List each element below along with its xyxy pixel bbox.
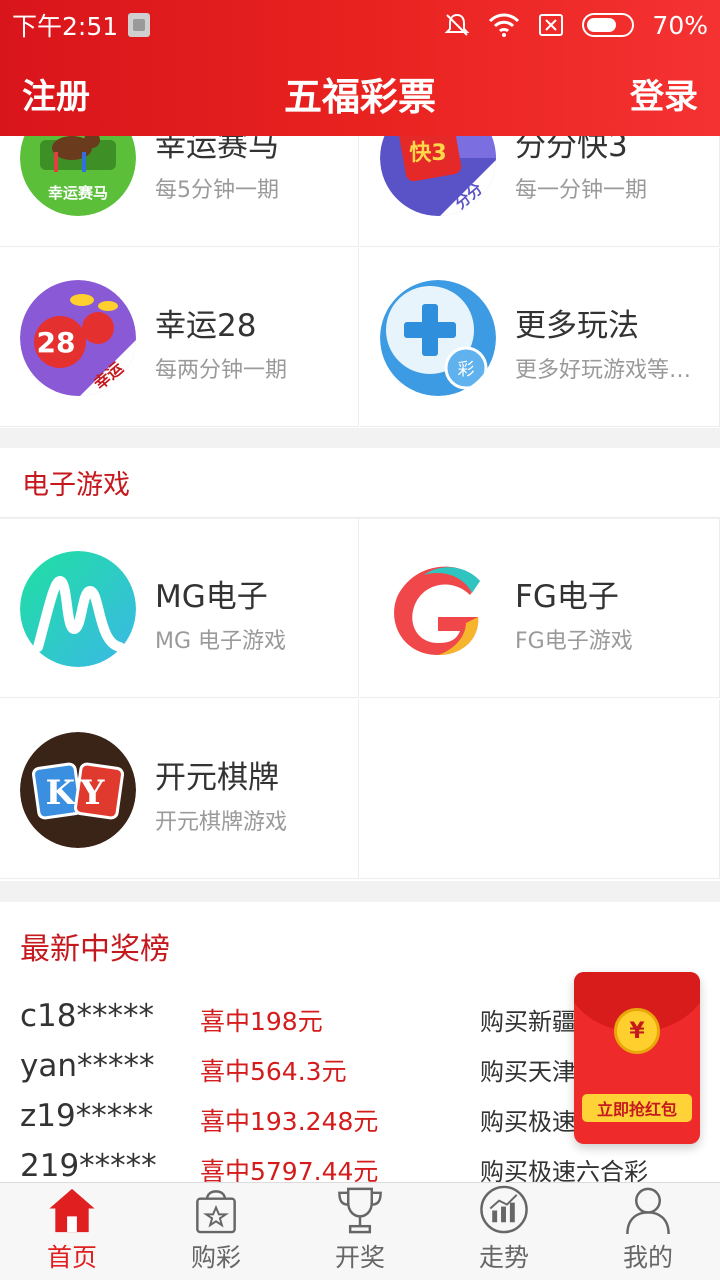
yen-coin-icon: ¥ [614, 1008, 660, 1054]
nav-label: 开奖 [334, 1243, 385, 1272]
winner-prize: 喜中5797.44元 [200, 1157, 379, 1182]
egame-cell-ky[interactable]: KY 开元棋牌 开元棋牌游戏 [0, 700, 359, 879]
game-name: MG电子 [155, 579, 268, 615]
red-packet-label: 立即抢红包 [582, 1094, 692, 1122]
game-desc: FG电子游戏 [515, 629, 633, 654]
winner-prize: 喜中198元 [200, 1007, 323, 1036]
nav-draw[interactable]: 开奖 [288, 1183, 432, 1280]
trend-chart-icon [480, 1185, 528, 1234]
register-button[interactable]: 注册 [22, 69, 90, 118]
nav-mine[interactable]: 我的 [576, 1183, 720, 1280]
game-desc: 每5分钟一期 [155, 178, 279, 203]
user-icon [626, 1187, 670, 1235]
bottom-nav: 首页 购彩 开奖 走势 我的 [0, 1182, 720, 1280]
status-icons: 70% [444, 11, 708, 40]
ky-icon-label: KY [46, 773, 111, 813]
game-desc: MG 电子游戏 [155, 629, 287, 654]
top-bar: 下午2:51 70% 注册 五福彩票 登录 [0, 0, 720, 136]
winner-game: 购买极速六合彩 [480, 1158, 648, 1182]
mg-icon [20, 551, 136, 667]
winner-user: 219***** [20, 1148, 157, 1182]
no-sim-icon [539, 14, 564, 36]
nav-buy[interactable]: 购彩 [144, 1183, 288, 1280]
game-desc: 每两分钟一期 [155, 358, 288, 383]
lucky28-icon: 28 幸运 [20, 280, 136, 396]
battery-percent: 70% [652, 10, 708, 40]
game-cell-more[interactable]: 彩 更多玩法 更多好玩游戏等你来 [360, 248, 720, 427]
game-desc: 更多好玩游戏等你来 [515, 358, 705, 383]
fg-icon [380, 551, 496, 667]
app-header: 注册 五福彩票 登录 [0, 50, 720, 136]
mute-bell-icon [445, 13, 470, 36]
nav-trend[interactable]: 走势 [432, 1183, 576, 1280]
app-title: 五福彩票 [283, 74, 436, 119]
game-name: 幸运28 [155, 308, 257, 344]
nav-label: 走势 [478, 1243, 529, 1272]
horse-race-icon-label: 幸运赛马 [48, 184, 108, 202]
battery-fill [587, 18, 617, 32]
status-time: 下午2:51 [12, 12, 119, 41]
winner-prize: 喜中193.248元 [200, 1107, 379, 1136]
egame-section-title: 电子游戏 [0, 448, 720, 518]
sim-card-icon [128, 13, 151, 37]
lucky28-number: 28 [37, 326, 76, 359]
ky-icon: KY [20, 732, 136, 848]
egame-grid: MG电子 MG 电子游戏 FG电子 FG电子游戏 KY 开元棋牌 开元棋牌游戏 [0, 519, 720, 881]
winner-user: z19***** [20, 1098, 154, 1134]
login-button[interactable]: 登录 [630, 69, 698, 118]
plus-icon: 彩 [380, 280, 496, 396]
nav-label: 购彩 [190, 1243, 241, 1272]
game-cell-lucky28[interactable]: 28 幸运 幸运28 每两分钟一期 [0, 248, 359, 427]
game-name: 开元棋牌 [155, 760, 279, 796]
game-desc: 每一分钟一期 [515, 178, 648, 203]
trophy-icon [338, 1187, 382, 1234]
red-packet-button[interactable]: ¥ 立即抢红包 [574, 972, 700, 1144]
winners-title: 最新中奖榜 [20, 932, 170, 967]
winner-prize: 喜中564.3元 [200, 1057, 347, 1086]
shopping-bag-icon [196, 1190, 236, 1234]
battery-icon [582, 13, 635, 37]
status-bar: 下午2:51 70% [0, 0, 720, 50]
winner-user: yan***** [20, 1048, 155, 1084]
nav-label: 首页 [46, 1243, 97, 1272]
winner-row: 219***** 喜中5797.44元 购买极速六合彩 [0, 1148, 720, 1182]
egame-cell-empty [360, 700, 720, 879]
winner-user: c18***** [20, 998, 154, 1034]
plus-icon-badge: 彩 [458, 360, 475, 380]
nav-home[interactable]: 首页 [0, 1183, 144, 1280]
game-name: FG电子 [515, 579, 619, 615]
svg-text:快3: 快3 [409, 141, 446, 166]
home-icon [49, 1188, 95, 1233]
nav-label: 我的 [622, 1243, 673, 1272]
egame-cell-mg[interactable]: MG电子 MG 电子游戏 [0, 519, 359, 698]
wifi-icon [489, 13, 520, 37]
egame-cell-fg[interactable]: FG电子 FG电子游戏 [360, 519, 720, 698]
game-name: 更多玩法 [515, 308, 639, 344]
section-title-text: 电子游戏 [22, 470, 130, 501]
game-desc: 开元棋牌游戏 [155, 810, 288, 835]
